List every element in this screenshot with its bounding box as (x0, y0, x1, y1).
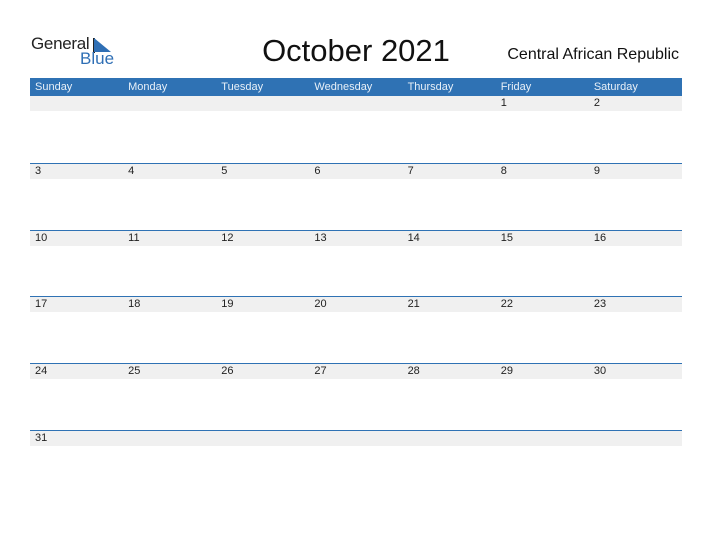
day-cell: 9 (593, 165, 600, 177)
day-cell: 13 (314, 232, 327, 244)
day-cell: 1 (500, 97, 507, 109)
week-row: 31 (30, 430, 682, 497)
day-cell: 5 (221, 165, 228, 177)
weekday-saturday: Saturday (593, 81, 638, 93)
day-cell: 2 (593, 97, 600, 109)
weekday-wednesday: Wednesday (314, 81, 373, 93)
day-cell (403, 96, 496, 111)
day-cell (123, 431, 216, 446)
weekday-sunday: Sunday (35, 81, 73, 93)
day-cell: 19 (221, 298, 234, 310)
day-cell: 24 (35, 365, 48, 377)
weekday-header: Sunday Monday Tuesday Wednesday Thursday… (30, 78, 682, 96)
day-cell: 3 (35, 165, 42, 177)
weekday-tuesday: Tuesday (221, 81, 264, 93)
week-date-strip: 31 (30, 430, 682, 446)
day-cell (496, 431, 589, 446)
country-label: Central African Republic (507, 46, 679, 63)
day-cell: 14 (407, 232, 420, 244)
day-cell: 25 (128, 365, 141, 377)
week-date-strip: 12 (30, 96, 682, 111)
day-cell (589, 431, 682, 446)
day-cell: 29 (500, 365, 513, 377)
weekday-thursday: Thursday (407, 81, 454, 93)
week-row: 3 4 5 6 7 8 9 (30, 163, 682, 230)
day-cell: 22 (500, 298, 513, 310)
day-cell (309, 96, 402, 111)
day-cell: 20 (314, 298, 327, 310)
day-cell (216, 431, 309, 446)
day-cell: 23 (593, 298, 607, 310)
day-cell: 12 (221, 232, 234, 244)
week-row: 12 (30, 96, 682, 163)
day-cell: 18 (128, 298, 141, 310)
day-cell (30, 96, 123, 111)
day-cell (309, 431, 402, 446)
day-cell: 6 (314, 165, 321, 177)
day-cell (216, 96, 309, 111)
day-cell: 16 (593, 232, 607, 244)
week-date-strip: 24 25 26 27 28 29 30 (30, 363, 682, 379)
week-date-strip: 10 11 12 13 14 15 16 (30, 230, 682, 246)
day-cell (123, 96, 216, 111)
day-cell: 31 (35, 432, 48, 444)
week-row: 10 11 12 13 14 15 16 (30, 230, 682, 297)
day-cell: 27 (314, 365, 327, 377)
day-cell (403, 431, 496, 446)
weekday-monday: Monday (128, 81, 168, 93)
day-cell: 4 (128, 165, 135, 177)
week-row: 17 18 19 20 21 22 23 (30, 296, 682, 363)
day-cell: 28 (407, 365, 420, 377)
week-date-strip: 3 4 5 6 7 8 9 (30, 163, 682, 179)
day-cell: 30 (593, 365, 607, 377)
weekday-friday: Friday (500, 81, 532, 93)
day-cell: 10 (35, 232, 48, 244)
week-row: 24 25 26 27 28 29 30 (30, 363, 682, 430)
day-cell: 11 (128, 232, 140, 244)
day-cell: 21 (407, 298, 420, 310)
day-cell: 8 (500, 165, 507, 177)
day-cell: 7 (407, 165, 414, 177)
day-cell: 15 (500, 232, 513, 244)
day-cell: 26 (221, 365, 234, 377)
week-date-strip: 17 18 19 20 21 22 23 (30, 296, 682, 312)
day-cell: 17 (35, 298, 48, 310)
